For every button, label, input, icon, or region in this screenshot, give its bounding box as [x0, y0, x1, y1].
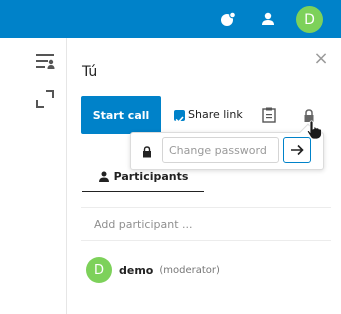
participants-icon — [98, 167, 110, 186]
participant-role: (moderator) — [159, 264, 220, 276]
clipboard-icon[interactable] — [262, 107, 276, 123]
room-title: Tú — [82, 64, 98, 80]
contacts-icon[interactable] — [258, 0, 278, 38]
user-avatar[interactable]: D — [296, 6, 323, 33]
add-participant-input[interactable]: Add participant ... — [81, 207, 331, 241]
password-input[interactable]: Change password — [162, 137, 279, 163]
app-left-rail — [0, 38, 67, 314]
hand-cursor-icon — [306, 120, 324, 144]
participant-name: demo — [119, 263, 154, 277]
share-link-checkbox[interactable] — [174, 110, 185, 124]
notifications-icon[interactable] — [218, 0, 238, 38]
tab-participants[interactable]: Participants — [82, 162, 204, 192]
participant-row[interactable]: D demo (moderator) — [86, 257, 220, 283]
participant-avatar: D — [86, 257, 112, 283]
close-icon[interactable]: × — [313, 50, 329, 68]
filter-list-icon[interactable] — [36, 52, 56, 74]
tab-participants-label: Participants — [113, 170, 189, 183]
share-link-label[interactable]: Share link — [188, 108, 243, 121]
talk-app: D × Tú Start call Share link Change pass… — [0, 0, 341, 314]
header-bar: D — [0, 0, 341, 38]
password-lock-icon — [142, 143, 152, 162]
start-call-button[interactable]: Start call — [81, 96, 161, 134]
fullscreen-icon[interactable] — [36, 90, 54, 112]
arrow-right-icon — [290, 141, 304, 160]
